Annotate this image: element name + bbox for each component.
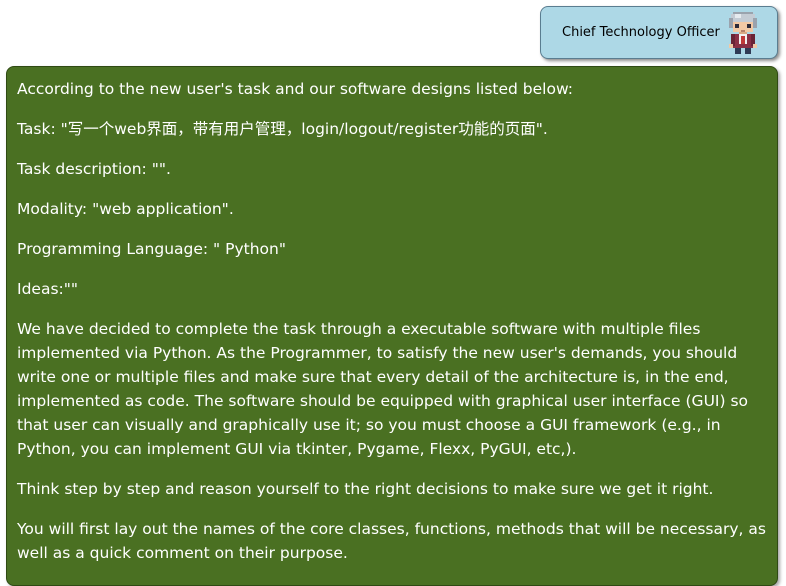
message-paragraph: Programming Language: " Python" xyxy=(17,240,286,258)
message-paragraph: Task description: "". xyxy=(17,160,171,178)
message-bubble: According to the new user's task and our… xyxy=(6,66,778,586)
message-paragraph: Task: "写一个web界面，带有用户管理，login/logout/regi… xyxy=(17,120,548,138)
message-paragraph: Ideas:"" xyxy=(17,280,79,298)
message-paragraph: Modality: "web application". xyxy=(17,200,234,218)
message-paragraph: We have decided to complete the task thr… xyxy=(17,320,749,458)
role-label: Chief Technology Officer xyxy=(562,25,720,40)
message-paragraph: You will first lay out the names of the … xyxy=(17,520,766,562)
message-paragraph: Think step by step and reason yourself t… xyxy=(17,480,714,498)
pixel-avatar-icon xyxy=(729,12,757,54)
message-paragraph: According to the new user's task and our… xyxy=(17,80,574,98)
role-tag: Chief Technology Officer xyxy=(540,6,778,59)
